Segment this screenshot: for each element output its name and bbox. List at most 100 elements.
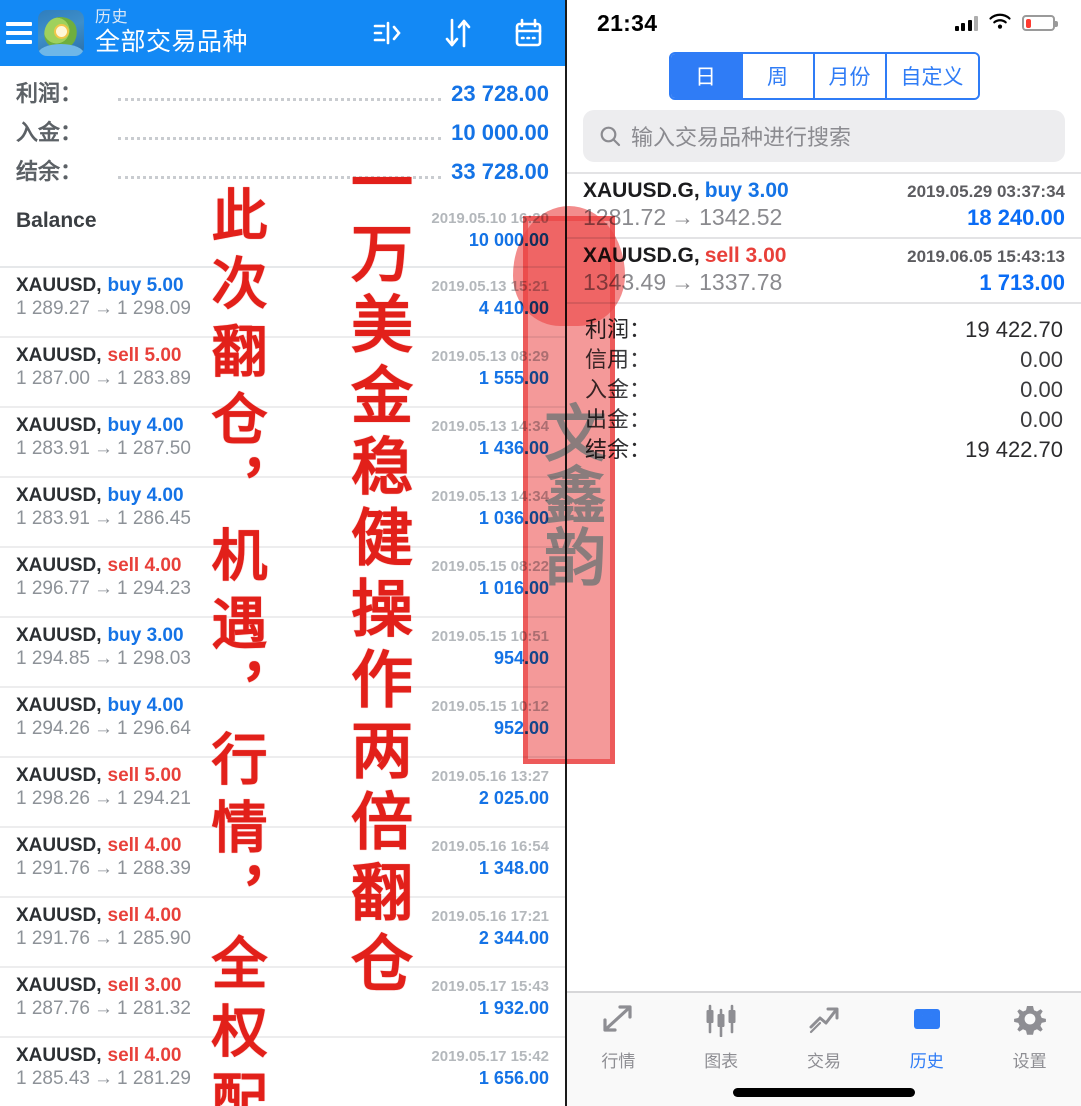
deal-top: XAUUSD, sell 4.00 2019.05.16 16:54 xyxy=(16,835,549,857)
table-row[interactable]: XAUUSD, sell 5.00 2019.05.16 13:27 1 298.26… xyxy=(0,758,565,828)
deal-open-price: 1 287.00 xyxy=(16,368,90,389)
deal-bottom: 1 298.26 → 1 294.21 2 025.00 xyxy=(16,788,549,810)
table-row[interactable]: XAUUSD, sell 5.00 2019.05.13 08:29 1 287.00… xyxy=(0,338,565,408)
deal-date: 2019.06.05 15:43:13 xyxy=(907,247,1065,266)
deal-profit: 1 656.00 xyxy=(478,1068,549,1088)
summary-label-deposit: 入金： xyxy=(16,120,83,145)
summary-value-deposit: 10 000.00 xyxy=(451,120,549,145)
deal-symbol: XAUUSD, xyxy=(16,345,102,366)
deal-date: 2019.05.13 15:21 xyxy=(431,278,549,295)
deal-open-price: 1 294.85 xyxy=(16,648,90,669)
deal-open-price: 1343.49 xyxy=(583,269,667,295)
tab-history[interactable]: 历史 xyxy=(875,1001,978,1072)
deal-open-price: 1 283.91 xyxy=(16,508,90,529)
deal-close-price: 1 281.29 xyxy=(116,1068,191,1089)
deal-profit: 4 410.00 xyxy=(478,298,549,318)
table-row[interactable]: XAUUSD.G, buy 3.00 2019.05.29 03:37:34 1281… xyxy=(567,174,1081,239)
deal-top: XAUUSD, sell 5.00 2019.05.13 08:29 xyxy=(16,345,549,367)
table-row[interactable]: XAUUSD, sell 4.00 2019.05.16 17:21 1 291.76… xyxy=(0,898,565,968)
balance-label: Balance xyxy=(16,209,97,232)
home-indicator[interactable] xyxy=(733,1088,915,1097)
summary-label: 利润： xyxy=(585,317,652,342)
deal-prices: 1 285.43 → 1 281.29 xyxy=(16,1068,191,1089)
tab-settings[interactable]: 设置 xyxy=(978,1001,1081,1072)
deal-date: 2019.05.16 13:27 xyxy=(431,768,549,785)
gear-icon xyxy=(1010,1001,1050,1042)
deal-symbol: XAUUSD, xyxy=(16,1045,102,1066)
summary-label-profit: 利润： xyxy=(16,81,83,106)
deal-prices: 1 287.00 → 1 283.89 xyxy=(16,368,191,389)
table-row[interactable]: XAUUSD, buy 5.00 2019.05.13 15:21 1 289.27 →… xyxy=(0,268,565,338)
summary-label-balance: 结余： xyxy=(16,159,83,184)
deal-bottom: 1281.72 → 1342.52 18 240.00 xyxy=(583,204,1065,231)
table-row[interactable]: XAUUSD, sell 3.00 2019.05.17 15:43 1 287.76… xyxy=(0,968,565,1038)
deal-open-price: 1 287.76 xyxy=(16,998,90,1019)
deal-symbol: XAUUSD, xyxy=(16,835,102,856)
deal-profit: 1 348.00 xyxy=(478,858,549,878)
table-row[interactable]: XAUUSD, sell 4.00 2019.05.17 15:42 1 285.43… xyxy=(0,1038,565,1106)
summary-dots xyxy=(118,176,442,179)
deal-prices: 1 294.26 → 1 296.64 xyxy=(16,718,191,739)
deal-symbol: XAUUSD, xyxy=(16,555,102,576)
search-input[interactable]: 输入交易品种进行搜索 xyxy=(583,110,1065,162)
table-row[interactable]: XAUUSD, buy 4.00 2019.05.13 14:34 1 283.91 →… xyxy=(0,408,565,478)
summary-value: 19 422.70 xyxy=(965,437,1063,462)
left-header-title: 全部交易品种 xyxy=(95,28,249,57)
tab-trade[interactable]: 交易 xyxy=(773,1001,876,1072)
hamburger-icon[interactable] xyxy=(6,22,32,44)
sort-icon[interactable] xyxy=(442,16,474,50)
summary-row: 入金： 0.00 xyxy=(585,372,1063,402)
search-placeholder: 输入交易品种进行搜索 xyxy=(631,125,852,150)
deal-bottom: 1 287.76 → 1 281.32 1 932.00 xyxy=(16,998,549,1020)
history-tray-icon xyxy=(907,1001,947,1042)
table-row[interactable]: XAUUSD, buy 3.00 2019.05.15 10:51 1 294.85 →… xyxy=(0,618,565,688)
deal-top: XAUUSD, buy 3.00 2019.05.15 10:51 xyxy=(16,625,549,647)
segment-custom[interactable]: 自定义 xyxy=(886,54,978,98)
period-segmented-control: 日 周 月份 自定义 xyxy=(567,46,1081,110)
table-row[interactable]: XAUUSD, sell 4.00 2019.05.15 08:22 1 296.77… xyxy=(0,548,565,618)
tab-quotes[interactable]: 行情 xyxy=(567,1001,670,1072)
segmented-group: 日 周 月份 自定义 xyxy=(668,52,980,100)
deal-side: sell 4.00 xyxy=(107,835,182,856)
deal-top: XAUUSD, sell 3.00 2019.05.17 15:43 xyxy=(16,975,549,997)
deal-profit: 1 555.00 xyxy=(478,368,549,388)
segment-day[interactable]: 日 xyxy=(670,54,743,98)
ios-tab-bar: 行情 图表 交易 历史 设置 xyxy=(567,991,1081,1106)
table-row[interactable]: XAUUSD, buy 4.00 2019.05.13 14:34 1 283.91 →… xyxy=(0,478,565,548)
tab-label-charts: 图表 xyxy=(704,1052,739,1071)
deal-bottom: 1343.49 → 1337.78 1 713.00 xyxy=(583,269,1065,296)
deal-profit: 1 016.00 xyxy=(478,578,549,598)
summary-label: 结余： xyxy=(585,437,652,462)
ios-status-bar: 21:34 xyxy=(567,0,1081,46)
summary-value-profit: 23 728.00 xyxy=(451,81,549,106)
deal-bottom: 1 287.00 → 1 283.89 1 555.00 xyxy=(16,368,549,390)
deal-side: sell 3.00 xyxy=(107,975,182,996)
segment-week[interactable]: 周 xyxy=(742,54,815,98)
deal-profit: 1 932.00 xyxy=(478,998,549,1018)
deal-bottom: 1 283.91 → 1 286.45 1 036.00 xyxy=(16,508,549,530)
deal-symbol: XAUUSD, xyxy=(16,765,102,786)
deal-side: sell 4.00 xyxy=(107,555,182,576)
deal-close-price: 1 285.90 xyxy=(116,928,191,949)
deal-date: 2019.05.15 08:22 xyxy=(431,558,549,575)
deal-side: buy 3.00 xyxy=(107,625,184,646)
deal-close-price: 1 287.50 xyxy=(116,438,191,459)
calendar-icon[interactable] xyxy=(512,17,545,50)
deal-open-price: 1 294.26 xyxy=(16,718,90,739)
deal-side: buy 3.00 xyxy=(704,179,789,202)
balance-entry[interactable]: Balance 2019.05.10 16:20 10 000.00 xyxy=(0,193,565,266)
table-row[interactable]: XAUUSD, sell 4.00 2019.05.16 16:54 1 291.76… xyxy=(0,828,565,898)
deal-close-price: 1 294.21 xyxy=(116,788,191,809)
tab-list: 行情 图表 交易 历史 设置 xyxy=(567,1001,1081,1072)
table-row[interactable]: XAUUSD, buy 4.00 2019.05.15 10:12 1 294.26 →… xyxy=(0,688,565,758)
left-header-actions xyxy=(370,16,555,50)
ios-summary: 利润： 19 422.70 信用： 0.00 入金： 0.00 出金： 0.00 结余： 19 4… xyxy=(567,304,1081,462)
segment-month[interactable]: 月份 xyxy=(814,54,887,98)
left-deal-list: XAUUSD, buy 5.00 2019.05.13 15:21 1 289.27 →… xyxy=(0,266,565,1106)
filter-icon[interactable] xyxy=(370,18,404,48)
tab-charts[interactable]: 图表 xyxy=(670,1001,773,1072)
deal-bottom: 1 291.76 → 1 285.90 2 344.00 xyxy=(16,928,549,950)
deal-profit: 18 240.00 xyxy=(967,205,1065,230)
table-row[interactable]: XAUUSD.G, sell 3.00 2019.06.05 15:43:13 134… xyxy=(567,239,1081,304)
